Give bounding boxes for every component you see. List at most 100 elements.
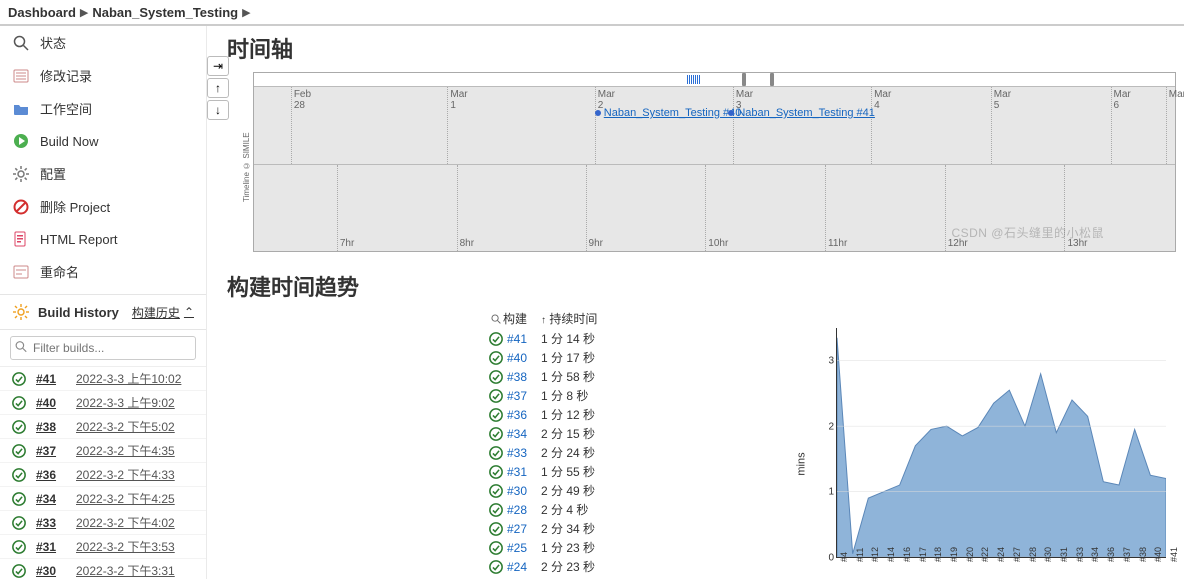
build-link[interactable]: #25 bbox=[507, 541, 527, 555]
timeline-event[interactable]: Naban_System_Testing #40 bbox=[595, 107, 742, 119]
sidebar-item-label: 删除 Project bbox=[40, 197, 110, 216]
build-number-link[interactable]: #40 bbox=[36, 396, 66, 410]
build-history-trend-link[interactable]: 构建历史⌃ bbox=[132, 304, 194, 321]
status-success-icon bbox=[489, 560, 503, 574]
folder-icon bbox=[12, 100, 30, 118]
sidebar-item-4[interactable]: 配置 bbox=[0, 157, 206, 190]
sidebar-item-label: 状态 bbox=[40, 33, 66, 52]
sidebar-item-7[interactable]: 重命名 bbox=[0, 255, 206, 288]
build-history-row[interactable]: #36 2022-3-2 下午4:33 bbox=[0, 463, 206, 487]
build-link[interactable]: #24 bbox=[507, 560, 527, 574]
build-time-link[interactable]: 2022-3-3 上午9:02 bbox=[76, 394, 175, 411]
duration-row: #33 2 分 24 秒 bbox=[487, 443, 597, 462]
build-number-link[interactable]: #36 bbox=[36, 468, 66, 482]
duration-value: 1 分 8 秒 bbox=[541, 387, 588, 404]
build-time-link[interactable]: 2022-3-2 下午4:02 bbox=[76, 514, 175, 531]
sidebar-item-5[interactable]: 删除 Project bbox=[0, 190, 206, 223]
sidebar-item-0[interactable]: 状态 bbox=[0, 26, 206, 59]
build-link[interactable]: #36 bbox=[507, 408, 527, 422]
build-link[interactable]: #34 bbox=[507, 427, 527, 441]
sidebar-item-2[interactable]: 工作空间 bbox=[0, 92, 206, 125]
sidebar-item-3[interactable]: Build Now bbox=[0, 125, 206, 157]
build-history-list[interactable]: #41 2022-3-3 上午10:02 #40 2022-3-3 上午9:02… bbox=[0, 367, 206, 579]
build-trend-chart: mins 0123 #4#11#12#14#16#17#18#19#20#22#… bbox=[836, 328, 1166, 579]
build-history-row[interactable]: #31 2022-3-2 下午3:53 bbox=[0, 535, 206, 559]
timeline-scrubber[interactable] bbox=[254, 73, 1175, 87]
sidebar-item-6[interactable]: HTML Report bbox=[0, 223, 206, 255]
build-time-link[interactable]: 2022-3-2 下午4:35 bbox=[76, 442, 175, 459]
build-time-link[interactable]: 2022-3-2 下午5:02 bbox=[76, 418, 175, 435]
status-success-icon bbox=[12, 372, 26, 386]
build-history-header: Build History 构建历史⌃ bbox=[0, 294, 206, 330]
filter-builds-input[interactable] bbox=[10, 336, 196, 360]
duration-value: 2 分 23 秒 bbox=[541, 558, 595, 575]
status-success-icon bbox=[12, 396, 26, 410]
timeline-down-button[interactable]: ↓ bbox=[207, 100, 229, 120]
build-link[interactable]: #37 bbox=[507, 389, 527, 403]
y-tick: 3 bbox=[828, 355, 834, 366]
build-link[interactable]: #38 bbox=[507, 370, 527, 384]
build-time-link[interactable]: 2022-3-2 下午3:31 bbox=[76, 562, 175, 579]
build-number-link[interactable]: #38 bbox=[36, 420, 66, 434]
build-history-row[interactable]: #33 2022-3-2 下午4:02 bbox=[0, 511, 206, 535]
timeline[interactable]: Timeline © SIMILE Feb 28Mar 1Mar 2Mar 3M… bbox=[253, 72, 1176, 252]
status-success-icon bbox=[12, 468, 26, 482]
sidebar-item-label: 工作空间 bbox=[40, 99, 92, 118]
duration-value: 2 分 24 秒 bbox=[541, 444, 595, 461]
status-success-icon bbox=[12, 420, 26, 434]
status-success-icon bbox=[489, 522, 503, 536]
sidebar-item-label: 重命名 bbox=[40, 262, 79, 281]
timeline-up-button[interactable]: ↑ bbox=[207, 78, 229, 98]
build-time-link[interactable]: 2022-3-2 下午3:53 bbox=[76, 538, 175, 555]
build-number-link[interactable]: #41 bbox=[36, 372, 66, 386]
timeline-upper-band[interactable]: Feb 28Mar 1Mar 2Mar 3Mar 4Mar 5Mar 6MarN… bbox=[254, 87, 1175, 165]
duration-value: 1 分 58 秒 bbox=[541, 368, 595, 385]
build-number-link[interactable]: #33 bbox=[36, 516, 66, 530]
breadcrumb-dashboard[interactable]: Dashboard bbox=[8, 5, 76, 20]
timeline-event[interactable]: Naban_System_Testing #41 bbox=[728, 107, 875, 119]
status-success-icon bbox=[489, 503, 503, 517]
timeline-hour-tick: 11hr bbox=[828, 238, 847, 249]
sort-icon[interactable]: ↑ bbox=[541, 315, 546, 326]
chevron-right-icon: ▶ bbox=[80, 6, 88, 19]
build-history-row[interactable]: #38 2022-3-2 下午5:02 bbox=[0, 415, 206, 439]
timeline-lower-band[interactable]: 7hr8hr9hr10hr11hr12hr13hr bbox=[254, 165, 1175, 251]
build-time-link[interactable]: 2022-3-2 下午4:33 bbox=[76, 466, 175, 483]
build-history-row[interactable]: #40 2022-3-3 上午9:02 bbox=[0, 391, 206, 415]
build-history-row[interactable]: #30 2022-3-2 下午3:31 bbox=[0, 559, 206, 579]
build-link[interactable]: #28 bbox=[507, 503, 527, 517]
duration-value: 1 分 14 秒 bbox=[541, 330, 595, 347]
build-link[interactable]: #27 bbox=[507, 522, 527, 536]
sidebar-item-label: HTML Report bbox=[40, 232, 118, 247]
duration-value: 1 分 17 秒 bbox=[541, 349, 595, 366]
status-success-icon bbox=[489, 427, 503, 441]
status-success-icon bbox=[489, 370, 503, 384]
build-number-link[interactable]: #34 bbox=[36, 492, 66, 506]
build-time-link[interactable]: 2022-3-3 上午10:02 bbox=[76, 370, 181, 387]
status-success-icon bbox=[489, 408, 503, 422]
build-link[interactable]: #33 bbox=[507, 446, 527, 460]
timeline-collapse-button[interactable]: ⇥ bbox=[207, 56, 229, 76]
build-history-row[interactable]: #41 2022-3-3 上午10:02 bbox=[0, 367, 206, 391]
timeline-date-tick: Mar 1 bbox=[450, 89, 467, 111]
duration-table-header: 构建 ↑ 持续时间 bbox=[487, 310, 597, 329]
build-link[interactable]: #31 bbox=[507, 465, 527, 479]
main-content: 时间轴 ⇥ ↑ ↓ Timeline © SIMILE Feb 28Mar 1M… bbox=[207, 26, 1184, 579]
build-time-link[interactable]: 2022-3-2 下午4:25 bbox=[76, 490, 175, 507]
y-tick: 1 bbox=[828, 487, 834, 498]
duration-row: #31 1 分 55 秒 bbox=[487, 462, 597, 481]
status-success-icon bbox=[489, 484, 503, 498]
duration-row: #30 2 分 49 秒 bbox=[487, 481, 597, 500]
build-link[interactable]: #40 bbox=[507, 351, 527, 365]
build-number-link[interactable]: #30 bbox=[36, 564, 66, 578]
breadcrumb-project[interactable]: Naban_System_Testing bbox=[92, 5, 238, 20]
sidebar-item-1[interactable]: 修改记录 bbox=[0, 59, 206, 92]
play-icon bbox=[12, 132, 30, 150]
build-number-link[interactable]: #31 bbox=[36, 540, 66, 554]
build-link[interactable]: #41 bbox=[507, 332, 527, 346]
build-history-row[interactable]: #37 2022-3-2 下午4:35 bbox=[0, 439, 206, 463]
rename-icon bbox=[12, 263, 30, 281]
build-number-link[interactable]: #37 bbox=[36, 444, 66, 458]
build-link[interactable]: #30 bbox=[507, 484, 527, 498]
build-history-row[interactable]: #34 2022-3-2 下午4:25 bbox=[0, 487, 206, 511]
